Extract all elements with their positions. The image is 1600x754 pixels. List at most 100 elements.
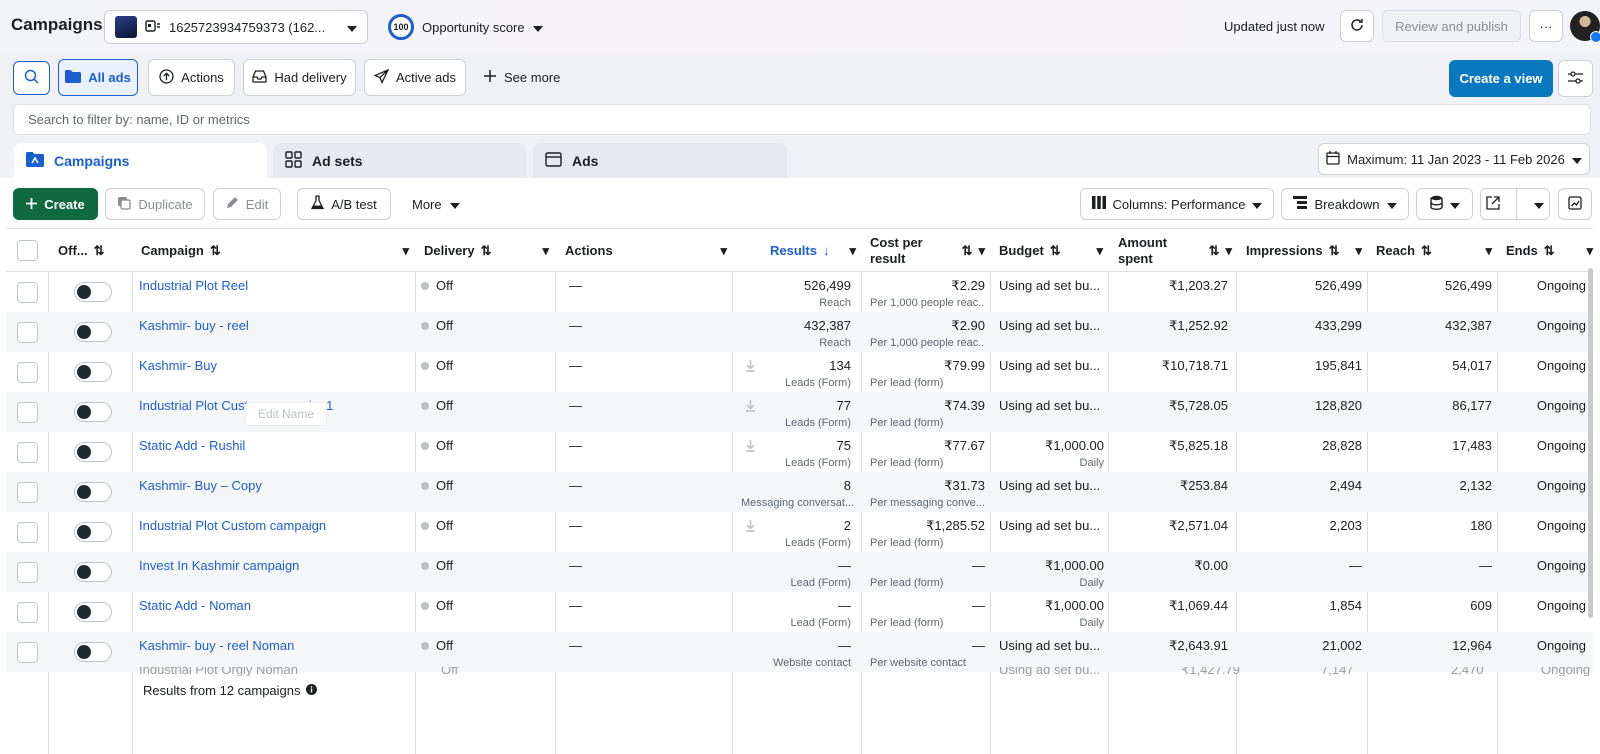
tab-ad-sets[interactable]: Ad sets — [273, 143, 526, 178]
col-header-reach[interactable]: Reach ⇅ ▾ — [1376, 229, 1492, 272]
campaign-toggle[interactable] — [74, 522, 112, 542]
date-range-picker[interactable]: Maximum: 11 Jan 2023 - 11 Feb 2026 — [1318, 143, 1590, 175]
col-header-campaign[interactable]: Campaign ⇅ ▾ — [141, 229, 409, 272]
col-header-ends[interactable]: Ends ⇅ ▾ — [1506, 229, 1593, 272]
row-checkbox[interactable] — [17, 602, 38, 623]
sort-desc-icon: ↓ — [822, 243, 830, 258]
table-row[interactable]: Static Add - Noman Off — — Lead (Form) — Per l… — [6, 592, 1593, 632]
sort-icon: ⇅ — [1208, 242, 1220, 258]
row-checkbox[interactable] — [17, 482, 38, 503]
sort-icon: ⇅ — [1328, 242, 1340, 258]
vertical-scrollbar[interactable] — [1588, 268, 1593, 618]
campaign-toggle[interactable] — [74, 402, 112, 422]
campaign-name-link[interactable]: Kashmir- Buy – Copy — [139, 478, 262, 493]
campaign-toggle[interactable] — [74, 602, 112, 622]
duplicate-button[interactable]: Duplicate — [105, 188, 205, 220]
table-row[interactable]: Kashmir- buy - reel Noman Off — — Website co… — [6, 632, 1593, 672]
profile-avatar[interactable] — [1570, 11, 1600, 43]
tab-ads[interactable]: Ads — [533, 143, 787, 178]
campaign-name-link[interactable]: Kashmir- buy - reel Noman — [139, 638, 294, 653]
edit-button[interactable]: Edit — [213, 188, 281, 220]
chip-label: All ads — [88, 70, 131, 85]
row-checkbox[interactable] — [17, 282, 38, 303]
search-toggle-button[interactable] — [13, 61, 50, 95]
tab-campaigns[interactable]: Campaigns — [14, 143, 267, 178]
more-options-button[interactable]: ··· — [1529, 10, 1563, 42]
opportunity-score[interactable]: 100 Opportunity score — [388, 14, 543, 40]
campaign-name-link[interactable]: Kashmir- buy - reel — [139, 318, 249, 333]
campaign-name-link[interactable]: Kashmir- Buy — [139, 358, 217, 373]
col-header-budget[interactable]: Budget ⇅ ▾ — [999, 229, 1103, 272]
ad-account-selector[interactable]: 1625723934759373 (162... — [104, 10, 368, 44]
results-type: Leads (Form) — [784, 537, 851, 549]
col-header-cost-per-result[interactable]: Cost per result ⇅ ▾ — [870, 229, 985, 272]
cost-per-result-value: ₹2.29 — [951, 278, 985, 293]
chip-had-delivery[interactable]: Had delivery — [243, 59, 356, 96]
table-row[interactable]: Industrial Plot Custom campaign Off — 2 Lead… — [6, 512, 1593, 552]
table-row[interactable]: Kashmir- buy - reel Off — 432,387 Reach ₹2.90… — [6, 312, 1593, 352]
campaign-name-link[interactable]: Industrial Plot Custom campaign — [139, 518, 326, 533]
table-row[interactable]: Static Add - Rushil Off — 75 Leads (Form) ₹77… — [6, 432, 1593, 472]
column-divider — [1236, 676, 1237, 754]
table-row[interactable]: Kashmir- Buy – Copy Off — 8 Messaging conver… — [6, 472, 1593, 512]
col-header-actions[interactable]: Actions ▾ — [565, 229, 727, 272]
campaign-toggle[interactable] — [74, 282, 112, 302]
campaign-toggle[interactable] — [74, 442, 112, 462]
row-checkbox[interactable] — [17, 642, 38, 663]
row-checkbox[interactable] — [17, 402, 38, 423]
breakdown-dropdown[interactable]: Breakdown — [1281, 188, 1409, 220]
sort-icon: ⇅ — [1049, 242, 1061, 258]
chip-active-ads[interactable]: Active ads — [364, 59, 466, 96]
delivery-label: Off — [436, 318, 454, 333]
filter-settings-button[interactable] — [1558, 60, 1593, 97]
chart-view-button[interactable] — [1558, 188, 1592, 220]
columns-dropdown[interactable]: Columns: Performance — [1080, 188, 1274, 220]
search-input[interactable]: Search to filter by: name, ID or metrics — [13, 104, 1591, 135]
cost-per-result-type: Per lead (form) — [870, 377, 944, 389]
campaign-toggle[interactable] — [74, 642, 112, 662]
more-dropdown[interactable]: More — [412, 197, 460, 212]
row-checkbox[interactable] — [17, 522, 38, 543]
campaign-toggle[interactable] — [74, 482, 112, 502]
col-header-amount-spent[interactable]: Amount spent ⇅ ▾ — [1118, 229, 1232, 272]
impressions-value: 2,494 — [1329, 478, 1362, 493]
campaign-toggle[interactable] — [74, 362, 112, 382]
table-footer: Results from 12 campaigns — [6, 676, 1593, 754]
campaign-toggle[interactable] — [74, 562, 112, 582]
ab-test-button[interactable]: A/B test — [297, 188, 391, 220]
export-button[interactable] — [1480, 188, 1550, 220]
chip-actions[interactable]: Actions — [148, 59, 235, 96]
campaign-name-link[interactable]: Static Add - Noman — [139, 598, 251, 613]
campaign-toggle[interactable] — [74, 322, 112, 342]
info-icon[interactable] — [305, 683, 317, 698]
see-more-button[interactable]: See more — [484, 70, 560, 85]
chip-all-ads[interactable]: All ads — [58, 59, 138, 96]
table-row[interactable]: Industrial Plot Reel Off — 526,499 Reach ₹2.2… — [6, 272, 1593, 312]
reports-dropdown[interactable] — [1416, 188, 1473, 220]
campaign-name-link[interactable]: Invest In Kashmir campaign — [139, 558, 299, 573]
col-header-delivery[interactable]: Delivery ⇅ ▾ — [424, 229, 549, 272]
table-row[interactable]: Kashmir- Buy Off — 134 Leads (Form) ₹79.99 Per… — [6, 352, 1593, 392]
campaign-name-link[interactable]: Industrial Plot Reel — [139, 278, 248, 293]
cost-per-result-value: ₹77.67 — [944, 438, 985, 453]
create-button[interactable]: Create — [13, 188, 98, 220]
campaign-name-link[interactable]: Static Add - Rushil — [139, 438, 245, 453]
chip-label: Had delivery — [274, 70, 347, 85]
row-checkbox[interactable] — [17, 442, 38, 463]
see-more-label: See more — [504, 70, 561, 85]
results-type: Leads (Form) — [784, 417, 851, 429]
row-checkbox[interactable] — [17, 322, 38, 343]
select-all-checkbox[interactable] — [17, 240, 38, 261]
col-header-offon[interactable]: Off... ⇅ — [58, 229, 105, 272]
col-header-impressions[interactable]: Impressions ⇅ ▾ — [1246, 229, 1362, 272]
row-checkbox[interactable] — [17, 362, 38, 383]
row-checkbox[interactable] — [17, 562, 38, 583]
create-view-button[interactable]: Create a view — [1449, 60, 1553, 97]
table-row[interactable]: Invest In Kashmir campaign Off — — Lead (For… — [6, 552, 1593, 592]
export-icon — [1486, 195, 1500, 213]
delivery-label: Off — [436, 478, 454, 493]
col-header-results[interactable]: Results ↓ ▾ — [741, 229, 856, 272]
refresh-button[interactable] — [1340, 10, 1374, 42]
chevron-down-icon — [347, 20, 357, 35]
review-and-publish-button[interactable]: Review and publish — [1382, 10, 1521, 42]
